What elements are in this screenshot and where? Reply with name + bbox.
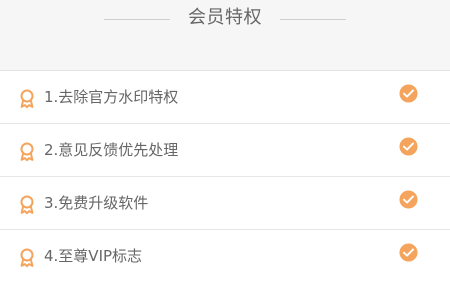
header-divider-right [280,19,346,20]
benefit-label: 1.去除官方水印特权 [44,88,179,106]
medal-icon [20,142,34,162]
check-circle-icon [399,190,418,209]
check-circle-icon [399,84,418,103]
header-divider-left [104,19,170,20]
benefit-label: 3.免费升级软件 [44,194,149,212]
benefit-list: 1.去除官方水印特权 2.意见反馈优先处理 3.免费升级软件 4.至尊VIP标志 [0,70,450,283]
benefit-label: 4.至尊VIP标志 [44,247,143,265]
list-item: 1.去除官方水印特权 [0,71,450,124]
benefit-label: 2.意见反馈优先处理 [44,141,179,159]
section-header: 会员特权 [0,0,450,70]
check-circle-icon [399,137,418,156]
medal-icon [20,248,34,268]
medal-icon [20,195,34,215]
list-item: 3.免费升级软件 [0,177,450,230]
list-item: 2.意见反馈优先处理 [0,124,450,177]
list-item: 4.至尊VIP标志 [0,230,450,282]
page-title: 会员特权 [188,7,262,28]
medal-icon [20,89,34,109]
check-circle-icon [399,243,418,262]
